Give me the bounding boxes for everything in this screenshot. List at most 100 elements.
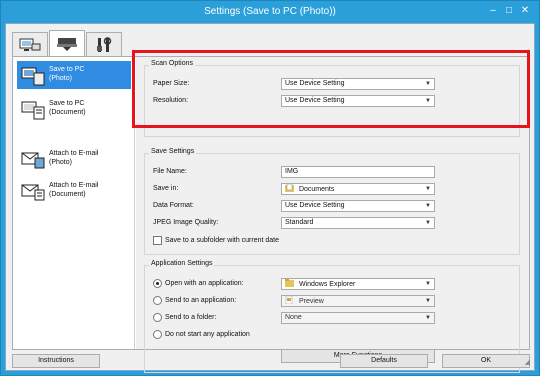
no-app-row: Do not start any application — [145, 329, 521, 341]
scan-from-computer-icon — [19, 38, 41, 51]
resolution-row: Resolution: Use Device Setting ▼ — [145, 95, 521, 107]
select-value: Use Device Setting — [285, 80, 345, 87]
chevron-down-icon: ▼ — [425, 298, 431, 304]
field-label: Save in: — [153, 185, 179, 192]
tab-scan-from-computer[interactable] — [12, 32, 48, 56]
field-label: Resolution: — [153, 97, 189, 104]
maximize-button[interactable]: □ — [501, 4, 517, 18]
list-item-label: Save to PC (Photo) — [49, 65, 84, 83]
settings-panel: Save to PC (Photo) Save to PC (Document)… — [12, 56, 530, 373]
save-document-icon — [21, 101, 45, 120]
field-label: Paper Size: — [153, 80, 190, 87]
title-bar[interactable]: Settings (Save to PC (Photo)) – □ ✕ — [1, 1, 539, 23]
save-in-row: Save in: Documents ▼ — [145, 183, 521, 195]
chevron-down-icon: ▼ — [425, 281, 431, 287]
field-label: Data Format: — [153, 202, 194, 209]
list-item-line-2: (Document) — [49, 109, 86, 116]
send-folder-radio[interactable] — [153, 313, 162, 322]
data-format-select[interactable]: Use Device Setting ▼ — [281, 200, 435, 212]
preview-app-icon — [285, 296, 293, 304]
radio-label[interactable]: Open with an application: — [165, 280, 244, 287]
chevron-down-icon: ▼ — [425, 81, 431, 87]
group-title: Application Settings — [149, 260, 215, 267]
resolution-select[interactable]: Use Device Setting ▼ — [281, 95, 435, 107]
save-settings-group: Save Settings File Name: IMG Save in: Do — [144, 148, 521, 255]
paper-size-row: Paper Size: Use Device Setting ▼ — [145, 78, 521, 90]
tab-strip — [12, 30, 123, 56]
select-value: Documents — [298, 186, 335, 193]
file-name-input[interactable]: IMG — [281, 166, 435, 178]
list-item-line-2: (Document) — [49, 191, 86, 198]
select-value: Preview — [298, 298, 324, 305]
select-value: Use Device Setting — [285, 97, 345, 104]
subfolder-row: Save to a subfolder with current date — [145, 235, 521, 247]
paper-size-select[interactable]: Use Device Setting ▼ — [281, 78, 435, 90]
chevron-down-icon: ▼ — [425, 186, 431, 192]
group-title: Save Settings — [149, 148, 197, 155]
documents-folder-icon — [285, 184, 294, 192]
list-item-line-1: Attach to E-mail — [49, 182, 99, 189]
save-photo-icon — [21, 67, 45, 86]
list-item-line-1: Save to PC — [49, 66, 85, 73]
list-item-line-1: Save to PC — [49, 100, 85, 107]
list-item-save-to-pc-document[interactable]: Save to PC (Document) — [17, 95, 131, 123]
settings-window: Settings (Save to PC (Photo)) – □ ✕ Save… — [0, 0, 540, 376]
select-value: None — [285, 314, 302, 321]
group-title: Scan Options — [149, 60, 196, 67]
radio-label[interactable]: Send to a folder: — [165, 314, 216, 321]
send-app-select[interactable]: Preview ▼ — [281, 295, 435, 307]
select-value: Standard — [285, 219, 314, 226]
field-label: File Name: — [153, 168, 187, 175]
settings-content: Scan Options Paper Size: Use Device Sett… — [136, 57, 529, 373]
radio-label[interactable]: Do not start any application — [165, 331, 250, 338]
window-title: Settings (Save to PC (Photo)) — [204, 6, 336, 17]
radio-label[interactable]: Send to an application: — [165, 297, 236, 304]
jpeg-quality-select[interactable]: Standard ▼ — [281, 217, 435, 229]
list-item-attach-email-document[interactable]: Attach to E-mail (Document) — [17, 177, 131, 205]
general-settings-icon — [97, 36, 112, 52]
jpeg-quality-row: JPEG Image Quality: Standard ▼ — [145, 217, 521, 229]
instructions-button[interactable]: Instructions — [12, 354, 100, 368]
chevron-down-icon: ▼ — [425, 203, 431, 209]
select-value: Windows Explorer — [298, 281, 356, 288]
send-folder-select[interactable]: None ▼ — [281, 312, 435, 324]
ok-button[interactable]: OK — [442, 354, 530, 368]
list-item-line-2: (Photo) — [49, 159, 72, 166]
list-item-label: Attach to E-mail (Document) — [49, 181, 98, 199]
list-item-line-2: (Photo) — [49, 75, 72, 82]
list-item-label: Save to PC (Document) — [49, 99, 86, 117]
windows-explorer-icon — [285, 279, 294, 287]
no-app-radio[interactable] — [153, 330, 162, 339]
data-format-row: Data Format: Use Device Setting ▼ — [145, 200, 521, 212]
minimize-button[interactable]: – — [485, 4, 501, 18]
send-folder-row: Send to a folder: None ▼ — [145, 312, 521, 324]
save-in-select[interactable]: Documents ▼ — [281, 183, 435, 195]
dialog-client-area: Save to PC (Photo) Save to PC (Document)… — [5, 23, 535, 373]
open-app-select[interactable]: Windows Explorer ▼ — [281, 278, 435, 290]
scan-from-operation-panel-icon — [57, 37, 77, 51]
resize-grip-icon[interactable]: ◢ — [525, 358, 530, 366]
list-item-label: Attach to E-mail (Photo) — [49, 149, 98, 167]
field-label: JPEG Image Quality: — [153, 219, 219, 226]
email-document-icon — [21, 184, 45, 201]
select-value: Use Device Setting — [285, 202, 345, 209]
list-item-save-to-pc-photo[interactable]: Save to PC (Photo) — [17, 61, 131, 89]
subfolder-checkbox[interactable] — [153, 236, 162, 245]
tab-general-settings[interactable] — [86, 32, 122, 56]
scan-type-list: Save to PC (Photo) Save to PC (Document)… — [13, 57, 135, 349]
close-button[interactable]: ✕ — [517, 4, 533, 18]
window-controls: – □ ✕ — [485, 1, 533, 18]
open-app-radio[interactable] — [153, 279, 162, 288]
file-name-row: File Name: IMG — [145, 166, 521, 178]
email-photo-icon — [21, 152, 45, 169]
chevron-down-icon: ▼ — [425, 98, 431, 104]
list-item-line-1: Attach to E-mail — [49, 150, 99, 157]
defaults-button[interactable]: Defaults — [340, 354, 428, 368]
chevron-down-icon: ▼ — [425, 220, 431, 226]
open-app-row: Open with an application: Windows Explor… — [145, 278, 521, 290]
scan-options-group: Scan Options Paper Size: Use Device Sett… — [144, 60, 521, 137]
send-app-radio[interactable] — [153, 296, 162, 305]
checkbox-label[interactable]: Save to a subfolder with current date — [165, 237, 279, 244]
list-item-attach-email-photo[interactable]: Attach to E-mail (Photo) — [17, 145, 131, 173]
tab-scan-from-operation-panel[interactable] — [49, 30, 85, 56]
